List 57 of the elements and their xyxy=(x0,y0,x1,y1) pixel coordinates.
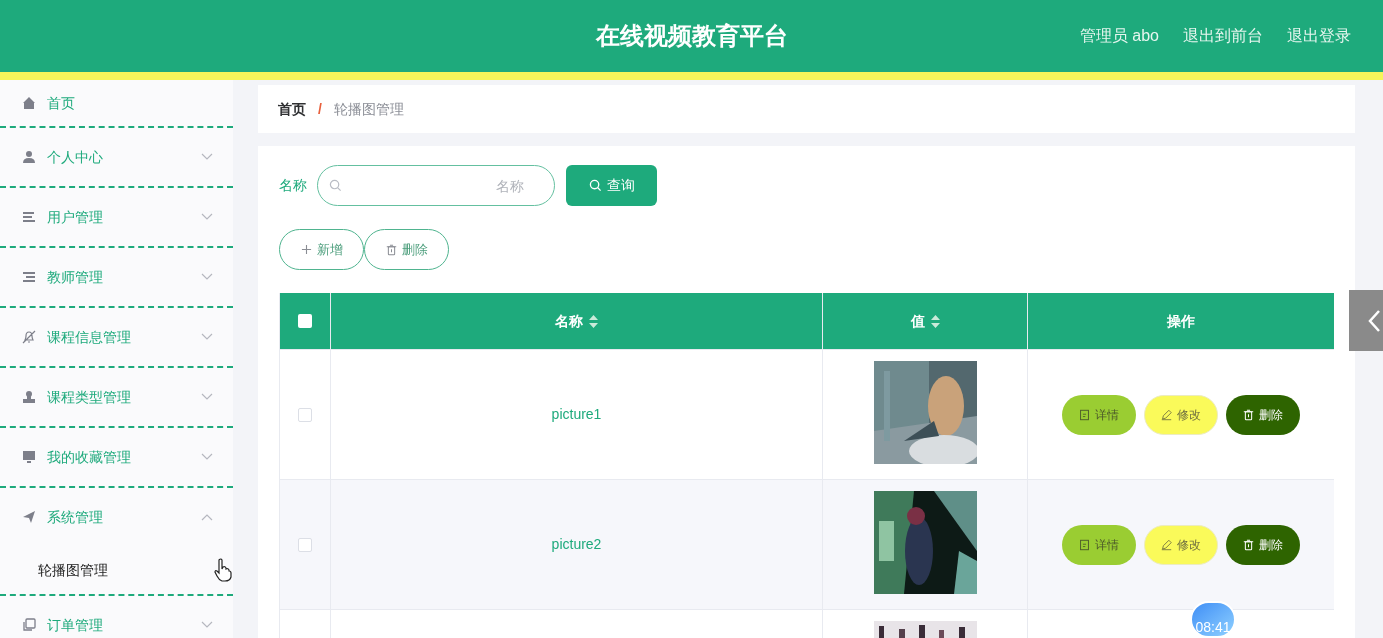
table-cell-text: picture1 xyxy=(551,405,602,424)
row-checkbox[interactable] xyxy=(298,537,312,552)
header-link[interactable]: 退出到前台 xyxy=(1183,24,1263,48)
list-icon xyxy=(22,210,36,224)
plus-icon xyxy=(300,244,312,255)
trash-icon xyxy=(385,243,397,256)
copy-icon xyxy=(22,618,36,632)
edit-button[interactable]: 修改 xyxy=(1144,394,1218,435)
sidebar-item[interactable]: 首页 xyxy=(0,80,233,126)
delete-button[interactable]: 删除 xyxy=(364,229,449,270)
delete-button[interactable]: 删除 xyxy=(1226,524,1300,565)
trash-icon xyxy=(1243,408,1254,421)
hand-cursor-icon xyxy=(214,558,232,582)
edit-button[interactable]: 修改 xyxy=(1144,524,1218,565)
search-label: 名称 xyxy=(279,176,307,195)
column-header: 操作 xyxy=(1167,311,1195,331)
stamp-icon xyxy=(22,390,36,404)
paper-plane-icon xyxy=(22,510,36,524)
admin-name: 管理员 abo xyxy=(1079,26,1159,46)
breadcrumb-separator: / xyxy=(318,99,322,119)
breadcrumb-current: 轮播图管理 xyxy=(333,99,404,119)
query-button[interactable]: 查询 xyxy=(566,165,657,206)
table-cell-text: picture2 xyxy=(551,535,602,554)
column-header[interactable]: 值 xyxy=(910,310,925,332)
detail-button[interactable]: 详情 xyxy=(1062,394,1136,435)
monitor-icon xyxy=(22,450,36,464)
list-icon xyxy=(22,270,36,284)
site-title: 在线视频教育平台 xyxy=(595,21,788,51)
sidebar-item[interactable]: 订单管理 xyxy=(0,596,233,638)
sidebar-item[interactable]: 我的收藏管理 xyxy=(0,428,233,486)
sidebar-item[interactable]: 系统管理 xyxy=(0,488,233,546)
search-icon xyxy=(588,179,602,192)
sidebar-item[interactable]: 用户管理 xyxy=(0,188,233,246)
side-tab[interactable] xyxy=(1349,290,1383,351)
sidebar-item[interactable]: 个人中心 xyxy=(0,128,233,186)
column-header[interactable]: 名称 xyxy=(555,310,583,332)
document-icon xyxy=(1079,538,1090,551)
detail-button[interactable]: 详情 xyxy=(1062,524,1136,565)
row-checkbox[interactable] xyxy=(298,407,312,422)
home-icon xyxy=(22,96,36,110)
delete-button[interactable]: 删除 xyxy=(1226,394,1300,435)
user-icon xyxy=(22,150,36,164)
document-icon xyxy=(1079,408,1090,421)
pencil-icon xyxy=(1161,408,1172,421)
pencil-icon xyxy=(1161,538,1172,551)
sidebar-item[interactable]: 课程信息管理 xyxy=(0,308,233,366)
add-button[interactable]: 新增 xyxy=(279,229,364,270)
breadcrumb-link[interactable]: 首页 xyxy=(278,98,306,120)
search-field[interactable]: 名称 xyxy=(317,165,555,206)
select-all-checkbox[interactable] xyxy=(298,314,312,328)
bell-off-icon xyxy=(22,330,36,344)
sidebar-item[interactable]: 教师管理 xyxy=(0,248,233,306)
sidebar-item[interactable]: 课程类型管理 xyxy=(0,368,233,426)
header-link[interactable]: 退出登录 xyxy=(1287,24,1351,48)
search-icon xyxy=(329,179,342,192)
trash-icon xyxy=(1243,538,1254,551)
chevron-left-icon xyxy=(1367,308,1381,333)
